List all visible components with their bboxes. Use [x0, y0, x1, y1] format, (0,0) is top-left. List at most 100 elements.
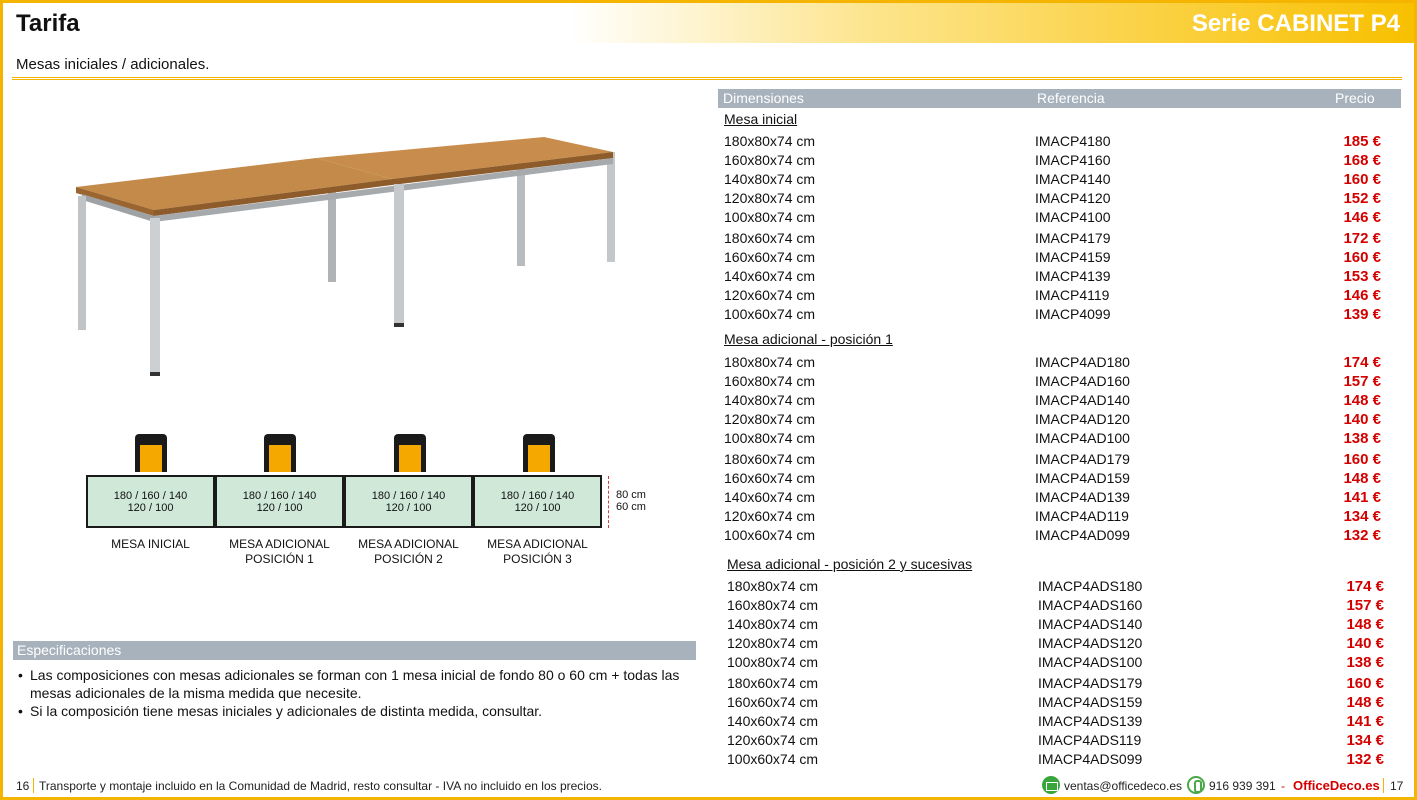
price-row: 120x60x74 cm IMACP4AD119 134 €: [724, 507, 1381, 526]
col-reference: Referencia: [1037, 90, 1105, 106]
row-reference: IMACP4AD100: [1035, 430, 1130, 446]
brand-link[interactable]: OfficeDeco.es: [1293, 778, 1380, 793]
footer-divider: [33, 778, 34, 793]
row-dimensions: 140x80x74 cm: [724, 171, 816, 187]
row-reference: IMACP4AD119: [1035, 508, 1129, 524]
row-reference: IMACP4ADS119: [1038, 732, 1142, 748]
price-row: 160x60x74 cm IMACP4ADS159 148 €: [727, 693, 1384, 712]
desk-sizes: 120 / 100: [385, 502, 432, 514]
desk-leg: [394, 184, 404, 327]
price-row: 160x80x74 cm IMACP4AD160 157 €: [724, 372, 1381, 391]
row-reference: IMACP4140: [1035, 171, 1111, 187]
chair-icon: [523, 434, 555, 472]
price-row: 180x60x74 cm IMACP4ADS179 160 €: [727, 674, 1384, 693]
row-price: 148 €: [1343, 470, 1381, 487]
row-dimensions: 120x80x74 cm: [724, 411, 816, 427]
specs-list: Las composiciones con mesas adicionales …: [18, 666, 698, 720]
row-dimensions: 100x60x74 cm: [724, 306, 816, 322]
row-reference: IMACP4AD180: [1035, 354, 1130, 370]
desk-sizes: 180 / 160 / 140: [371, 490, 446, 502]
page-title: Tarifa: [16, 10, 80, 37]
row-dimensions: 180x60x74 cm: [724, 451, 816, 467]
price-row: 140x80x74 cm IMACP4140 160 €: [724, 170, 1381, 189]
desk-caption: MESA ADICIONAL POSICIÓN 2: [358, 537, 459, 566]
row-reference: IMACP4ADS140: [1038, 616, 1143, 632]
row-price: 141 €: [1343, 489, 1381, 506]
price-row: 160x80x74 cm IMACP4160 168 €: [724, 151, 1381, 170]
desk-leg: [517, 162, 525, 266]
row-dimensions: 180x60x74 cm: [724, 230, 816, 246]
row-reference: IMACP4179: [1035, 230, 1111, 246]
chair-icon: [264, 434, 296, 472]
row-price: 146 €: [1343, 209, 1381, 226]
footer-dash: -: [1281, 779, 1285, 793]
row-reference: IMACP4139: [1035, 268, 1111, 284]
desk-box: 180 / 160 / 140 120 / 100: [215, 475, 344, 528]
row-dimensions: 160x80x74 cm: [727, 597, 819, 613]
price-row: 100x60x74 cm IMACP4AD099 132 €: [724, 526, 1381, 545]
price-row: 100x80x74 cm IMACP4AD100 138 €: [724, 429, 1381, 448]
chair-icon: [394, 434, 426, 472]
row-reference: IMACP4160: [1035, 152, 1111, 168]
price-section-title: Mesa inicial: [724, 111, 798, 127]
desk-caption: MESA INICIAL: [111, 537, 190, 551]
price-row: 160x80x74 cm IMACP4ADS160 157 €: [727, 596, 1384, 615]
row-reference: IMACP4ADS139: [1038, 713, 1143, 729]
price-row: 120x80x74 cm IMACP4ADS120 140 €: [727, 634, 1384, 653]
row-dimensions: 100x80x74 cm: [727, 654, 819, 670]
desk-leg: [150, 218, 160, 375]
price-row: 180x60x74 cm IMACP4179 172 €: [724, 229, 1381, 248]
spec-item: Si la composición tiene mesas iniciales …: [18, 702, 698, 720]
row-price: 134 €: [1346, 732, 1384, 749]
price-row: 100x60x74 cm IMACP4099 139 €: [724, 305, 1381, 324]
contact-email[interactable]: ventas@officedeco.es: [1064, 779, 1182, 793]
row-price: 153 €: [1343, 268, 1381, 285]
price-table-header: Dimensiones Referencia Precio: [718, 89, 1401, 108]
price-row: 180x80x74 cm IMACP4AD180 174 €: [724, 353, 1381, 372]
row-reference: IMACP4120: [1035, 190, 1111, 206]
row-price: 174 €: [1346, 578, 1384, 595]
page-number-left: 16: [16, 779, 30, 793]
row-reference: IMACP4099: [1035, 306, 1111, 322]
desk-sizes: 120 / 100: [514, 502, 561, 514]
price-row: 180x80x74 cm IMACP4180 185 €: [724, 132, 1381, 151]
price-row: 180x80x74 cm IMACP4ADS180 174 €: [727, 577, 1384, 596]
row-dimensions: 120x80x74 cm: [724, 190, 816, 206]
desk-foot: [150, 372, 160, 376]
row-price: 132 €: [1346, 751, 1384, 768]
row-dimensions: 180x80x74 cm: [727, 578, 819, 594]
row-reference: IMACP4AD160: [1035, 373, 1130, 389]
row-price: 172 €: [1343, 230, 1381, 247]
price-row: 160x60x74 cm IMACP4AD159 148 €: [724, 469, 1381, 488]
desk-leg: [328, 190, 336, 282]
row-reference: IMACP4180: [1035, 133, 1111, 149]
depth-dimension-line: [608, 476, 609, 528]
row-price: 140 €: [1346, 635, 1384, 652]
row-dimensions: 100x60x74 cm: [727, 751, 819, 767]
row-dimensions: 160x60x74 cm: [724, 249, 816, 265]
price-row: 160x60x74 cm IMACP4159 160 €: [724, 248, 1381, 267]
row-price: 152 €: [1343, 190, 1381, 207]
col-price: Precio: [1335, 90, 1375, 106]
desk-box: 180 / 160 / 140 120 / 100: [86, 475, 215, 528]
row-dimensions: 160x60x74 cm: [727, 694, 819, 710]
price-row: 140x80x74 cm IMACP4AD140 148 €: [724, 391, 1381, 410]
desk-caption: MESA ADICIONAL POSICIÓN 3: [487, 537, 588, 566]
section-subtitle: Mesas iniciales / adicionales.: [16, 56, 210, 73]
row-price: 140 €: [1343, 411, 1381, 428]
desk-illustration: [76, 137, 615, 376]
header-bar: Tarifa Serie CABINET P4: [3, 3, 1414, 43]
price-section-title: Mesa adicional - posición 2 y sucesivas: [727, 556, 973, 572]
row-dimensions: 180x80x74 cm: [724, 354, 816, 370]
row-dimensions: 120x60x74 cm: [724, 287, 816, 303]
desk-sizes: 120 / 100: [256, 502, 303, 514]
price-row: 120x80x74 cm IMACP4120 152 €: [724, 189, 1381, 208]
contact-phone[interactable]: 916 939 391: [1209, 779, 1276, 793]
depth-label: 60 cm: [616, 501, 646, 513]
row-price: 160 €: [1343, 451, 1381, 468]
row-reference: IMACP4AD159: [1035, 470, 1130, 486]
price-row: 140x60x74 cm IMACP4139 153 €: [724, 267, 1381, 286]
row-dimensions: 100x80x74 cm: [724, 430, 816, 446]
specs-header: Especificaciones: [13, 641, 696, 660]
footer-divider: [1383, 778, 1384, 793]
